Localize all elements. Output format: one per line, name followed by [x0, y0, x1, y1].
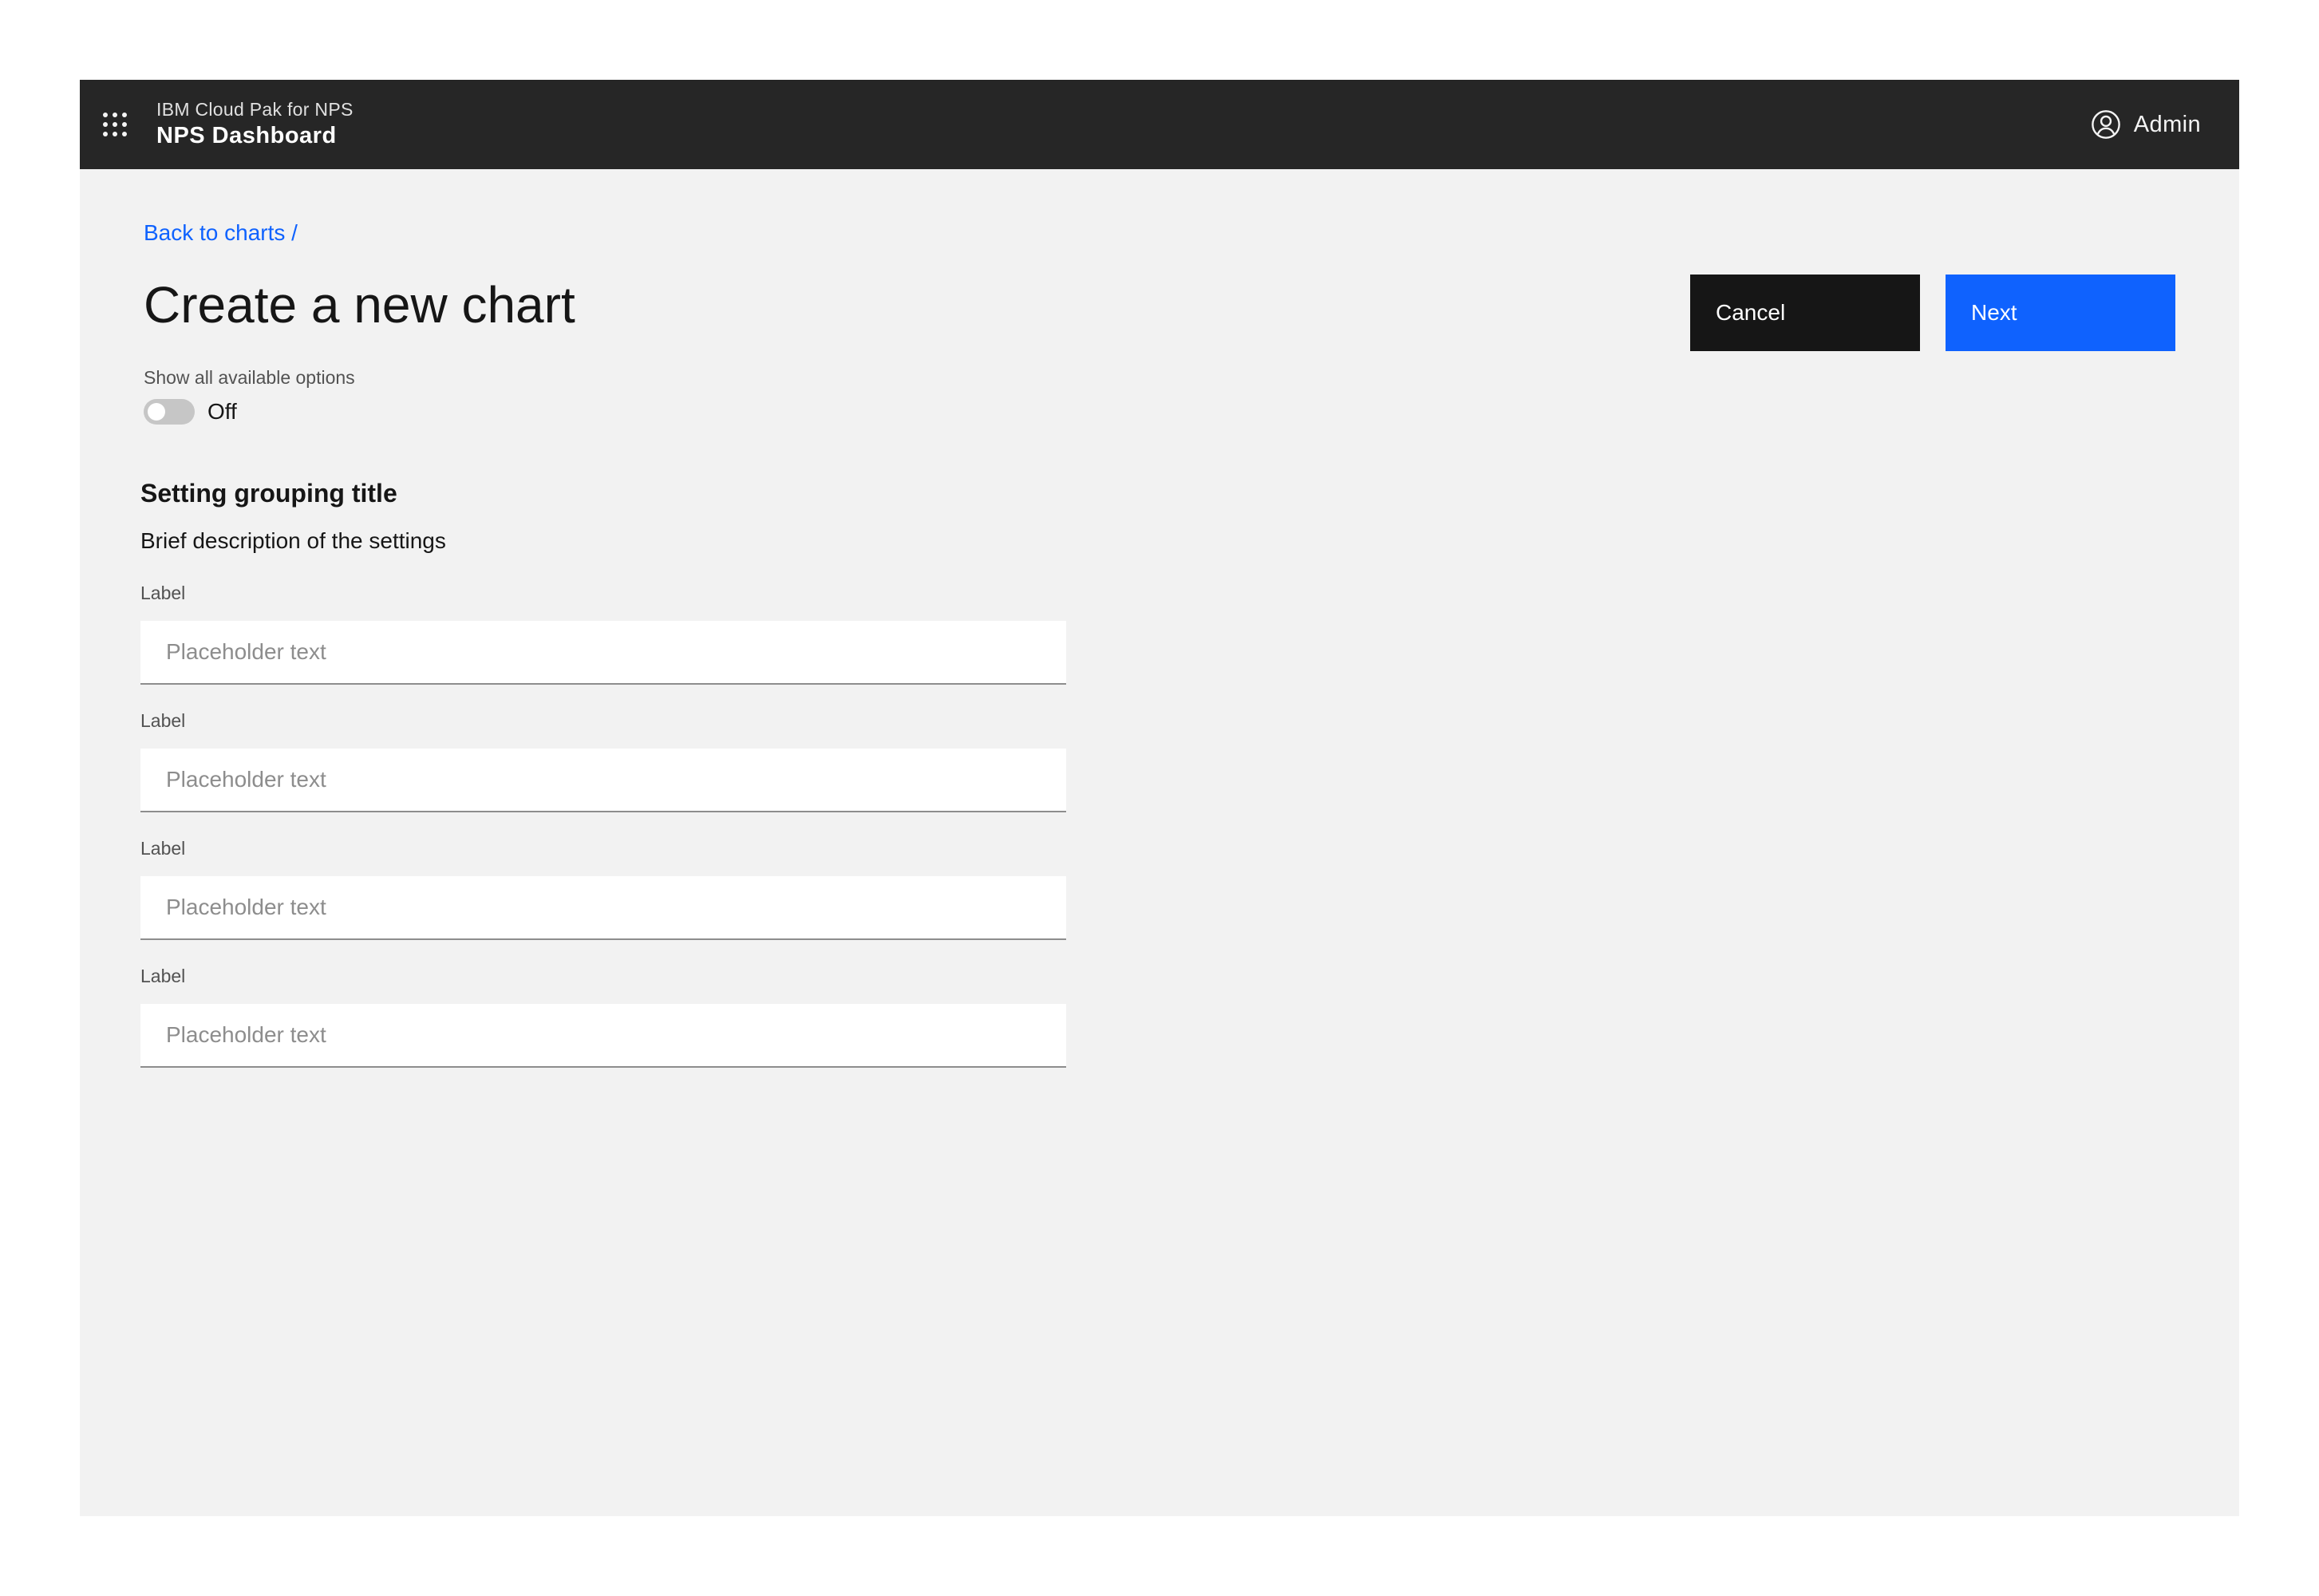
- show-options-toggle[interactable]: [144, 399, 195, 425]
- text-field-2: Label: [140, 710, 1066, 812]
- app-frame: IBM Cloud Pak for NPS NPS Dashboard Admi…: [80, 80, 2239, 1516]
- text-input[interactable]: [140, 621, 1066, 685]
- field-label: Label: [140, 710, 186, 731]
- product-brand[interactable]: IBM Cloud Pak for NPS NPS Dashboard: [156, 97, 354, 150]
- user-name: Admin: [2133, 111, 2201, 137]
- show-options-toggle-row: Off: [144, 399, 237, 425]
- user-avatar-icon: [2091, 110, 2120, 139]
- text-input[interactable]: [140, 876, 1066, 940]
- app-name: NPS Dashboard: [156, 123, 337, 148]
- toggle-thumb: [148, 403, 165, 421]
- field-label: Label: [140, 966, 186, 986]
- text-field-1: Label: [140, 583, 1066, 685]
- user-menu[interactable]: Admin: [2091, 109, 2201, 140]
- breadcrumb-back-to-charts[interactable]: Back to charts /: [144, 220, 298, 246]
- text-field-4: Label: [140, 966, 1066, 1068]
- next-button[interactable]: Next: [1946, 275, 2175, 351]
- settings-group-title: Setting grouping title: [140, 479, 397, 508]
- page-title: Create a new chart: [144, 276, 575, 334]
- text-input[interactable]: [140, 1004, 1066, 1068]
- cancel-button[interactable]: Cancel: [1690, 275, 1920, 351]
- toggle-state-text: Off: [207, 399, 237, 424]
- toggle-label: Show all available options: [144, 367, 355, 388]
- top-header: IBM Cloud Pak for NPS NPS Dashboard Admi…: [80, 80, 2239, 169]
- text-field-3: Label: [140, 838, 1066, 940]
- settings-group-description: Brief description of the settings: [140, 528, 446, 553]
- app-switcher-icon[interactable]: [99, 109, 131, 140]
- product-line-name: IBM Cloud Pak for NPS: [156, 99, 354, 120]
- field-label: Label: [140, 583, 186, 603]
- text-input[interactable]: [140, 749, 1066, 812]
- field-label: Label: [140, 838, 186, 859]
